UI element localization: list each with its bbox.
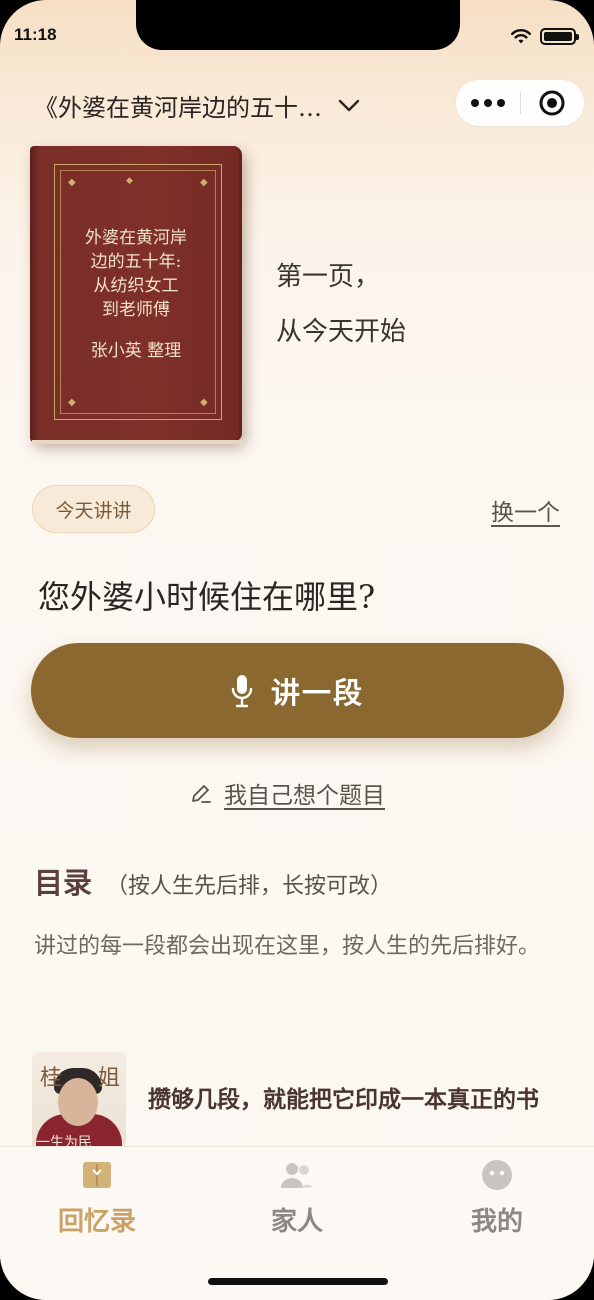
cover-title: 外婆在黄河岸 边的五十年: 从纺织女工 到老师傅 [85, 228, 187, 320]
tab-family-label: 家人 [270, 1207, 323, 1237]
record-button[interactable]: 讲一段 [31, 643, 564, 738]
pencil-icon [192, 785, 211, 803]
more-dots-icon[interactable] [456, 79, 520, 127]
book-icon [83, 1162, 111, 1188]
cover-page-edge [32, 440, 244, 444]
people-icon [281, 1163, 313, 1188]
record-button-label: 讲一段 [270, 675, 364, 710]
chevron-down-icon [338, 99, 360, 111]
cover-author: 张小英 整理 [90, 341, 182, 361]
face-icon [482, 1160, 512, 1190]
tab-mine-label: 我的 [470, 1207, 523, 1237]
print-book-text: 攒够几段，就能把它印成一本真正的书 [148, 1086, 539, 1113]
tab-memoir[interactable]: 回忆录 [27, 1159, 167, 1238]
target-close-icon[interactable] [521, 79, 585, 127]
today-topic-tag: 今天讲讲 [32, 485, 155, 533]
ornament-icon: ◆ [126, 176, 133, 186]
camera-notch [136, 0, 460, 50]
ornament-icon: ◆ [200, 397, 208, 408]
ornament-icon: ◆ [200, 177, 208, 188]
book-selector[interactable]: 《外婆在黄河岸边的五十… [34, 88, 360, 123]
book-selector-title: 《外婆在黄河岸边的五十… [34, 94, 322, 122]
custom-topic-link[interactable]: 我自己想个题目 [190, 776, 385, 810]
toc-description: 讲过的每一段都会出现在这里，按人生的先后排好。 [34, 934, 541, 959]
status-icons [510, 25, 579, 47]
status-time: 11:18 [14, 25, 57, 44]
ornament-icon: ◆ [68, 397, 76, 408]
battery-icon [540, 27, 579, 45]
tab-family[interactable]: 家人 [227, 1159, 367, 1238]
phone-screen: 11:18 《外婆在黄河岸边的五十… ◆ ◆ ◆ ◆ ◆ 外婆在黄河岸 边的五十… [0, 0, 594, 1300]
miniprogram-capsule [455, 79, 585, 127]
tab-bar: 回忆录 家人 我的 [0, 1146, 594, 1300]
tab-memoir-label: 回忆录 [57, 1207, 136, 1237]
ornament-icon: ◆ [68, 177, 76, 188]
intro-text: 第一页， 从今天开始 [276, 262, 407, 347]
toc-heading: 目录 （按人生先后排，长按可改） [34, 860, 392, 902]
home-indicator [208, 1278, 388, 1285]
toc-title: 目录 [34, 866, 93, 900]
tab-mine[interactable]: 我的 [427, 1159, 567, 1238]
switch-topic-link[interactable]: 换一个 [491, 493, 560, 527]
wifi-icon [511, 29, 531, 44]
topic-question: 您外婆小时候住在哪里? [38, 578, 376, 616]
book-cover[interactable]: ◆ ◆ ◆ ◆ ◆ 外婆在黄河岸 边的五十年: 从纺织女工 到老师傅 张小英 整… [30, 146, 242, 442]
toc-subtitle: （按人生先后排，长按可改） [106, 874, 393, 899]
custom-topic-label: 我自己想个题目 [224, 783, 385, 809]
microphone-icon [231, 674, 253, 707]
